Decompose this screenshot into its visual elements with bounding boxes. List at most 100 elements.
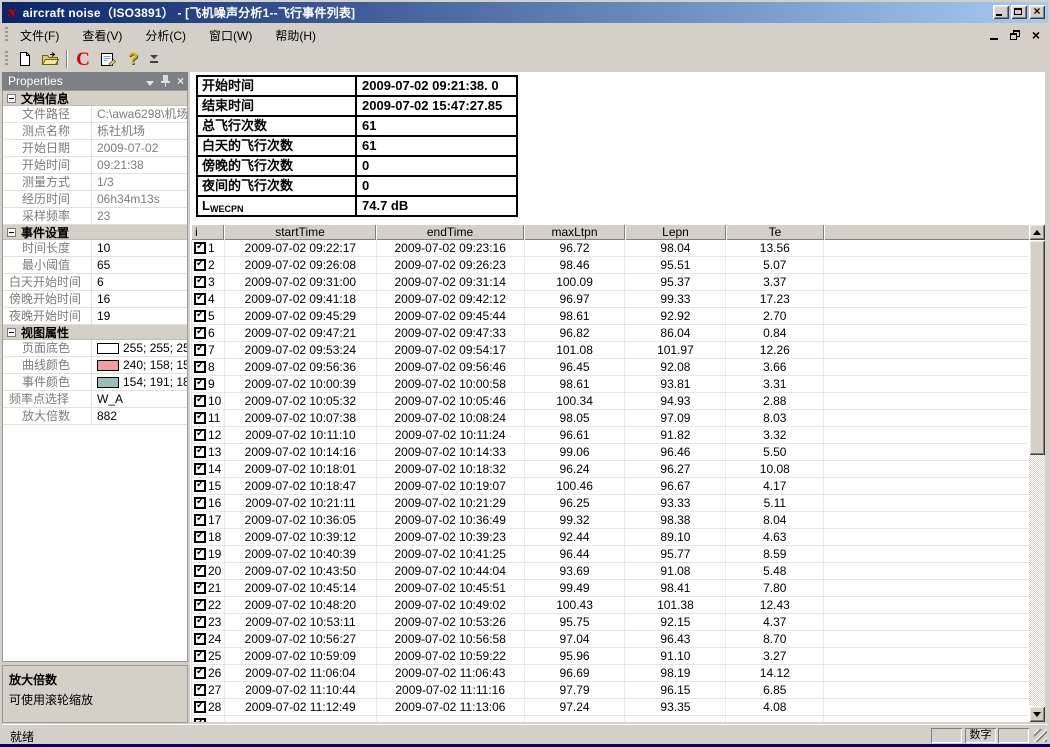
calibration-button[interactable]: C bbox=[71, 48, 95, 70]
column-header-i[interactable]: i bbox=[191, 224, 224, 240]
table-row[interactable]: ✓62009-07-02 09:47:212009-07-02 09:47:33… bbox=[192, 325, 1030, 342]
column-header-Te[interactable]: Te bbox=[726, 224, 824, 240]
property-row[interactable]: 测量方式1/3 bbox=[3, 174, 187, 191]
property-row[interactable]: 经历时间06h34m13s bbox=[3, 191, 187, 208]
row-checkbox[interactable]: ✓ bbox=[194, 531, 206, 543]
row-checkbox[interactable]: ✓ bbox=[194, 242, 206, 254]
table-row[interactable]: ✓142009-07-02 10:18:012009-07-02 10:18:3… bbox=[192, 461, 1030, 478]
scroll-up-button[interactable] bbox=[1029, 224, 1045, 240]
property-value[interactable]: 6 bbox=[91, 274, 187, 290]
close-button[interactable]: × bbox=[1029, 5, 1045, 19]
table-row[interactable]: ✓162009-07-02 10:21:112009-07-02 10:21:2… bbox=[192, 495, 1030, 512]
row-checkbox[interactable]: ✓ bbox=[194, 412, 206, 424]
toolbar-options-button[interactable] bbox=[148, 48, 160, 70]
menu-item-2[interactable]: 分析(C) bbox=[138, 24, 193, 47]
table-row[interactable]: ✓212009-07-02 10:45:142009-07-02 10:45:5… bbox=[192, 580, 1030, 597]
table-row[interactable]: ✓82009-07-02 09:56:362009-07-02 09:56:46… bbox=[192, 359, 1030, 376]
row-checkbox[interactable]: ✓ bbox=[194, 276, 206, 288]
scrollbar-track[interactable] bbox=[1029, 240, 1045, 706]
table-row[interactable]: ✓52009-07-02 09:45:292009-07-02 09:45:44… bbox=[192, 308, 1030, 325]
menu-item-0[interactable]: 文件(F) bbox=[13, 24, 66, 47]
property-value[interactable]: 255; 255; 25 bbox=[91, 340, 187, 356]
property-row[interactable]: 白天开始时间6 bbox=[3, 274, 187, 291]
table-row[interactable]: ✓252009-07-02 10:59:092009-07-02 10:59:2… bbox=[192, 648, 1030, 665]
column-header-filler[interactable] bbox=[824, 224, 1030, 240]
scroll-down-button[interactable] bbox=[1029, 706, 1045, 722]
table-row[interactable]: ✓32009-07-02 09:31:002009-07-02 09:31:14… bbox=[192, 274, 1030, 291]
table-row[interactable]: ✓182009-07-02 10:39:122009-07-02 10:39:2… bbox=[192, 529, 1030, 546]
collapse-minus-icon[interactable] bbox=[7, 228, 16, 237]
collapse-minus-icon[interactable] bbox=[7, 94, 16, 103]
maximize-button[interactable] bbox=[1011, 5, 1027, 19]
properties-panel-header[interactable]: Properties × bbox=[2, 72, 188, 90]
property-row[interactable]: 频率点选择W_A bbox=[3, 391, 187, 408]
row-checkbox[interactable]: ✓ bbox=[194, 633, 206, 645]
new-document-button[interactable] bbox=[13, 48, 37, 70]
panel-close-icon[interactable]: × bbox=[177, 75, 184, 87]
property-row[interactable]: 测点名称栎社机场 bbox=[3, 123, 187, 140]
table-row[interactable]: ✓22009-07-02 09:26:082009-07-02 09:26:23… bbox=[192, 257, 1030, 274]
row-checkbox[interactable]: ✓ bbox=[194, 684, 206, 696]
table-row[interactable]: ✓282009-07-02 11:12:492009-07-02 11:13:0… bbox=[192, 699, 1030, 716]
open-file-button[interactable] bbox=[38, 48, 62, 70]
toolbar-drag-handle[interactable] bbox=[5, 51, 8, 67]
row-checkbox[interactable]: ✓ bbox=[194, 463, 206, 475]
table-row[interactable]: ✓132009-07-02 10:14:162009-07-02 10:14:3… bbox=[192, 444, 1030, 461]
property-row[interactable]: 放大倍数882 bbox=[3, 408, 187, 425]
help-button[interactable]: ? bbox=[121, 48, 145, 70]
row-checkbox[interactable]: ✓ bbox=[194, 497, 206, 509]
row-checkbox[interactable]: ✓ bbox=[194, 650, 206, 662]
property-row[interactable]: 开始时间09:21:38 bbox=[3, 157, 187, 174]
column-header-Lepn[interactable]: Lepn bbox=[625, 224, 726, 240]
property-row[interactable]: 采样频率23 bbox=[3, 208, 187, 225]
panel-pin-icon[interactable] bbox=[161, 75, 170, 87]
property-section-header[interactable]: 文档信息 bbox=[3, 91, 187, 106]
row-checkbox[interactable]: ✓ bbox=[194, 480, 206, 492]
row-checkbox[interactable]: ✓ bbox=[194, 327, 206, 339]
column-header-maxLtpn[interactable]: maxLtpn bbox=[524, 224, 625, 240]
column-header-endTime[interactable]: endTime bbox=[376, 224, 524, 240]
property-value[interactable]: W_A bbox=[91, 391, 187, 407]
table-row[interactable]: ✓222009-07-02 10:48:202009-07-02 10:49:0… bbox=[192, 597, 1030, 614]
row-checkbox[interactable]: ✓ bbox=[194, 599, 206, 611]
property-value[interactable]: 10 bbox=[91, 240, 187, 256]
property-value[interactable]: 65 bbox=[91, 257, 187, 273]
property-row[interactable]: 页面底色255; 255; 25 bbox=[3, 340, 187, 357]
row-checkbox[interactable]: ✓ bbox=[194, 616, 206, 628]
row-checkbox[interactable]: ✓ bbox=[194, 259, 206, 271]
property-row[interactable]: 时间长度10 bbox=[3, 240, 187, 257]
row-checkbox[interactable]: ✓ bbox=[194, 701, 206, 713]
property-section-header[interactable]: 事件设置 bbox=[3, 225, 187, 240]
row-checkbox[interactable]: ✓ bbox=[194, 310, 206, 322]
table-row[interactable]: ✓262009-07-02 11:06:042009-07-02 11:06:4… bbox=[192, 665, 1030, 682]
table-row[interactable]: ✓192009-07-02 10:40:392009-07-02 10:41:2… bbox=[192, 546, 1030, 563]
table-row[interactable]: ✓242009-07-02 10:56:272009-07-02 10:56:5… bbox=[192, 631, 1030, 648]
table-row[interactable]: ✓102009-07-02 10:05:322009-07-02 10:05:4… bbox=[192, 393, 1030, 410]
scrollbar-thumb[interactable] bbox=[1029, 240, 1045, 455]
table-row[interactable]: ✓122009-07-02 10:11:102009-07-02 10:11:2… bbox=[192, 427, 1030, 444]
table-row[interactable]: ✓232009-07-02 10:53:112009-07-02 10:53:2… bbox=[192, 614, 1030, 631]
property-value[interactable]: 154; 191; 18 bbox=[91, 374, 187, 390]
property-row[interactable]: 夜晚开始时间19 bbox=[3, 308, 187, 325]
resize-grip[interactable] bbox=[1034, 729, 1047, 742]
mdi-minimize-button[interactable] bbox=[990, 38, 998, 40]
property-value[interactable]: 882 bbox=[91, 408, 187, 424]
row-checkbox[interactable]: ✓ bbox=[194, 667, 206, 679]
table-row[interactable]: ✓272009-07-02 11:10:442009-07-02 11:11:1… bbox=[192, 682, 1030, 699]
table-row[interactable]: ✓92009-07-02 10:00:392009-07-02 10:00:58… bbox=[192, 376, 1030, 393]
property-value[interactable]: 19 bbox=[91, 308, 187, 324]
minimize-button[interactable] bbox=[993, 5, 1009, 19]
table-row[interactable]: ✓112009-07-02 10:07:382009-07-02 10:08:2… bbox=[192, 410, 1030, 427]
property-row[interactable]: 开始日期2009-07-02 bbox=[3, 140, 187, 157]
row-checkbox[interactable]: ✓ bbox=[194, 395, 206, 407]
row-checkbox[interactable]: ✓ bbox=[194, 582, 206, 594]
row-checkbox[interactable]: ✓ bbox=[194, 548, 206, 560]
row-checkbox[interactable]: ✓ bbox=[194, 378, 206, 390]
row-checkbox[interactable]: ✓ bbox=[194, 565, 206, 577]
column-header-startTime[interactable]: startTime bbox=[224, 224, 376, 240]
menu-item-3[interactable]: 窗口(W) bbox=[202, 24, 259, 47]
row-checkbox[interactable]: ✓ bbox=[194, 293, 206, 305]
table-row[interactable]: ✓72009-07-02 09:53:242009-07-02 09:54:17… bbox=[192, 342, 1030, 359]
property-row[interactable]: 事件颜色154; 191; 18 bbox=[3, 374, 187, 391]
table-row[interactable]: ✓202009-07-02 10:43:502009-07-02 10:44:0… bbox=[192, 563, 1030, 580]
